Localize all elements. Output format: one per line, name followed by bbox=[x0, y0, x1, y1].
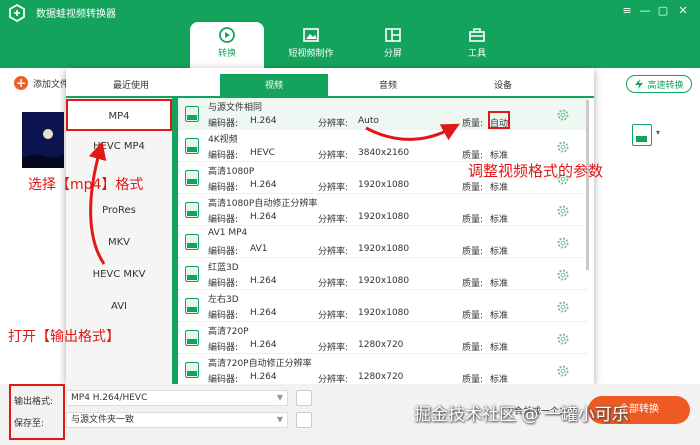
arrow-to-mp4 bbox=[88, 141, 107, 265]
chevron-down-icon: ▼ bbox=[276, 415, 283, 424]
save-to-value: 与源文件夹一致 bbox=[71, 415, 135, 425]
chevron-down-icon: ▼ bbox=[276, 393, 283, 402]
output-format-select[interactable]: MP4 H.264/HEVC ▼ bbox=[66, 390, 288, 406]
watermark-text: 掘金技术社区 @ 一罐小可乐 bbox=[414, 405, 629, 425]
annotation-arrows bbox=[88, 123, 460, 265]
arrow-to-settings bbox=[365, 123, 460, 141]
output-format-value: MP4 H.264/HEVC bbox=[71, 393, 148, 403]
format-settings-button[interactable] bbox=[296, 390, 312, 406]
open-folder-button[interactable] bbox=[296, 412, 312, 428]
save-to-select[interactable]: 与源文件夹一致 ▼ bbox=[66, 412, 288, 428]
output-highlight-box bbox=[9, 384, 65, 440]
